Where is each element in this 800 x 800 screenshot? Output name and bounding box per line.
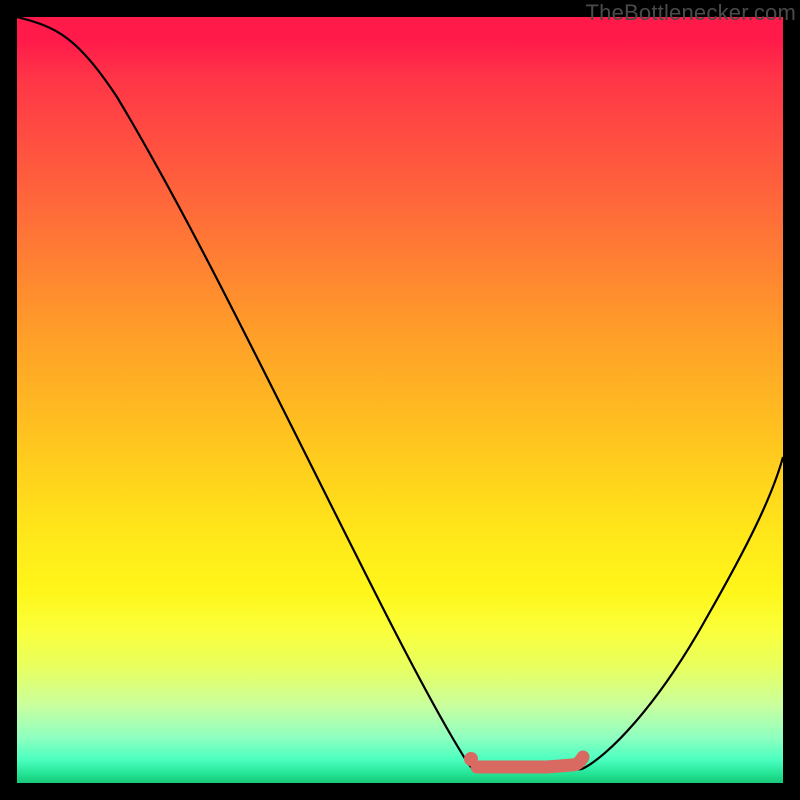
optimal-marker-line bbox=[477, 757, 583, 767]
watermark-text: TheBottlenecker.com bbox=[586, 0, 796, 26]
left-descending-curve bbox=[17, 17, 473, 769]
right-ascending-curve bbox=[582, 457, 783, 769]
chart-svg bbox=[17, 17, 783, 783]
optimal-marker-dot bbox=[464, 752, 478, 766]
chart-frame bbox=[17, 17, 783, 783]
